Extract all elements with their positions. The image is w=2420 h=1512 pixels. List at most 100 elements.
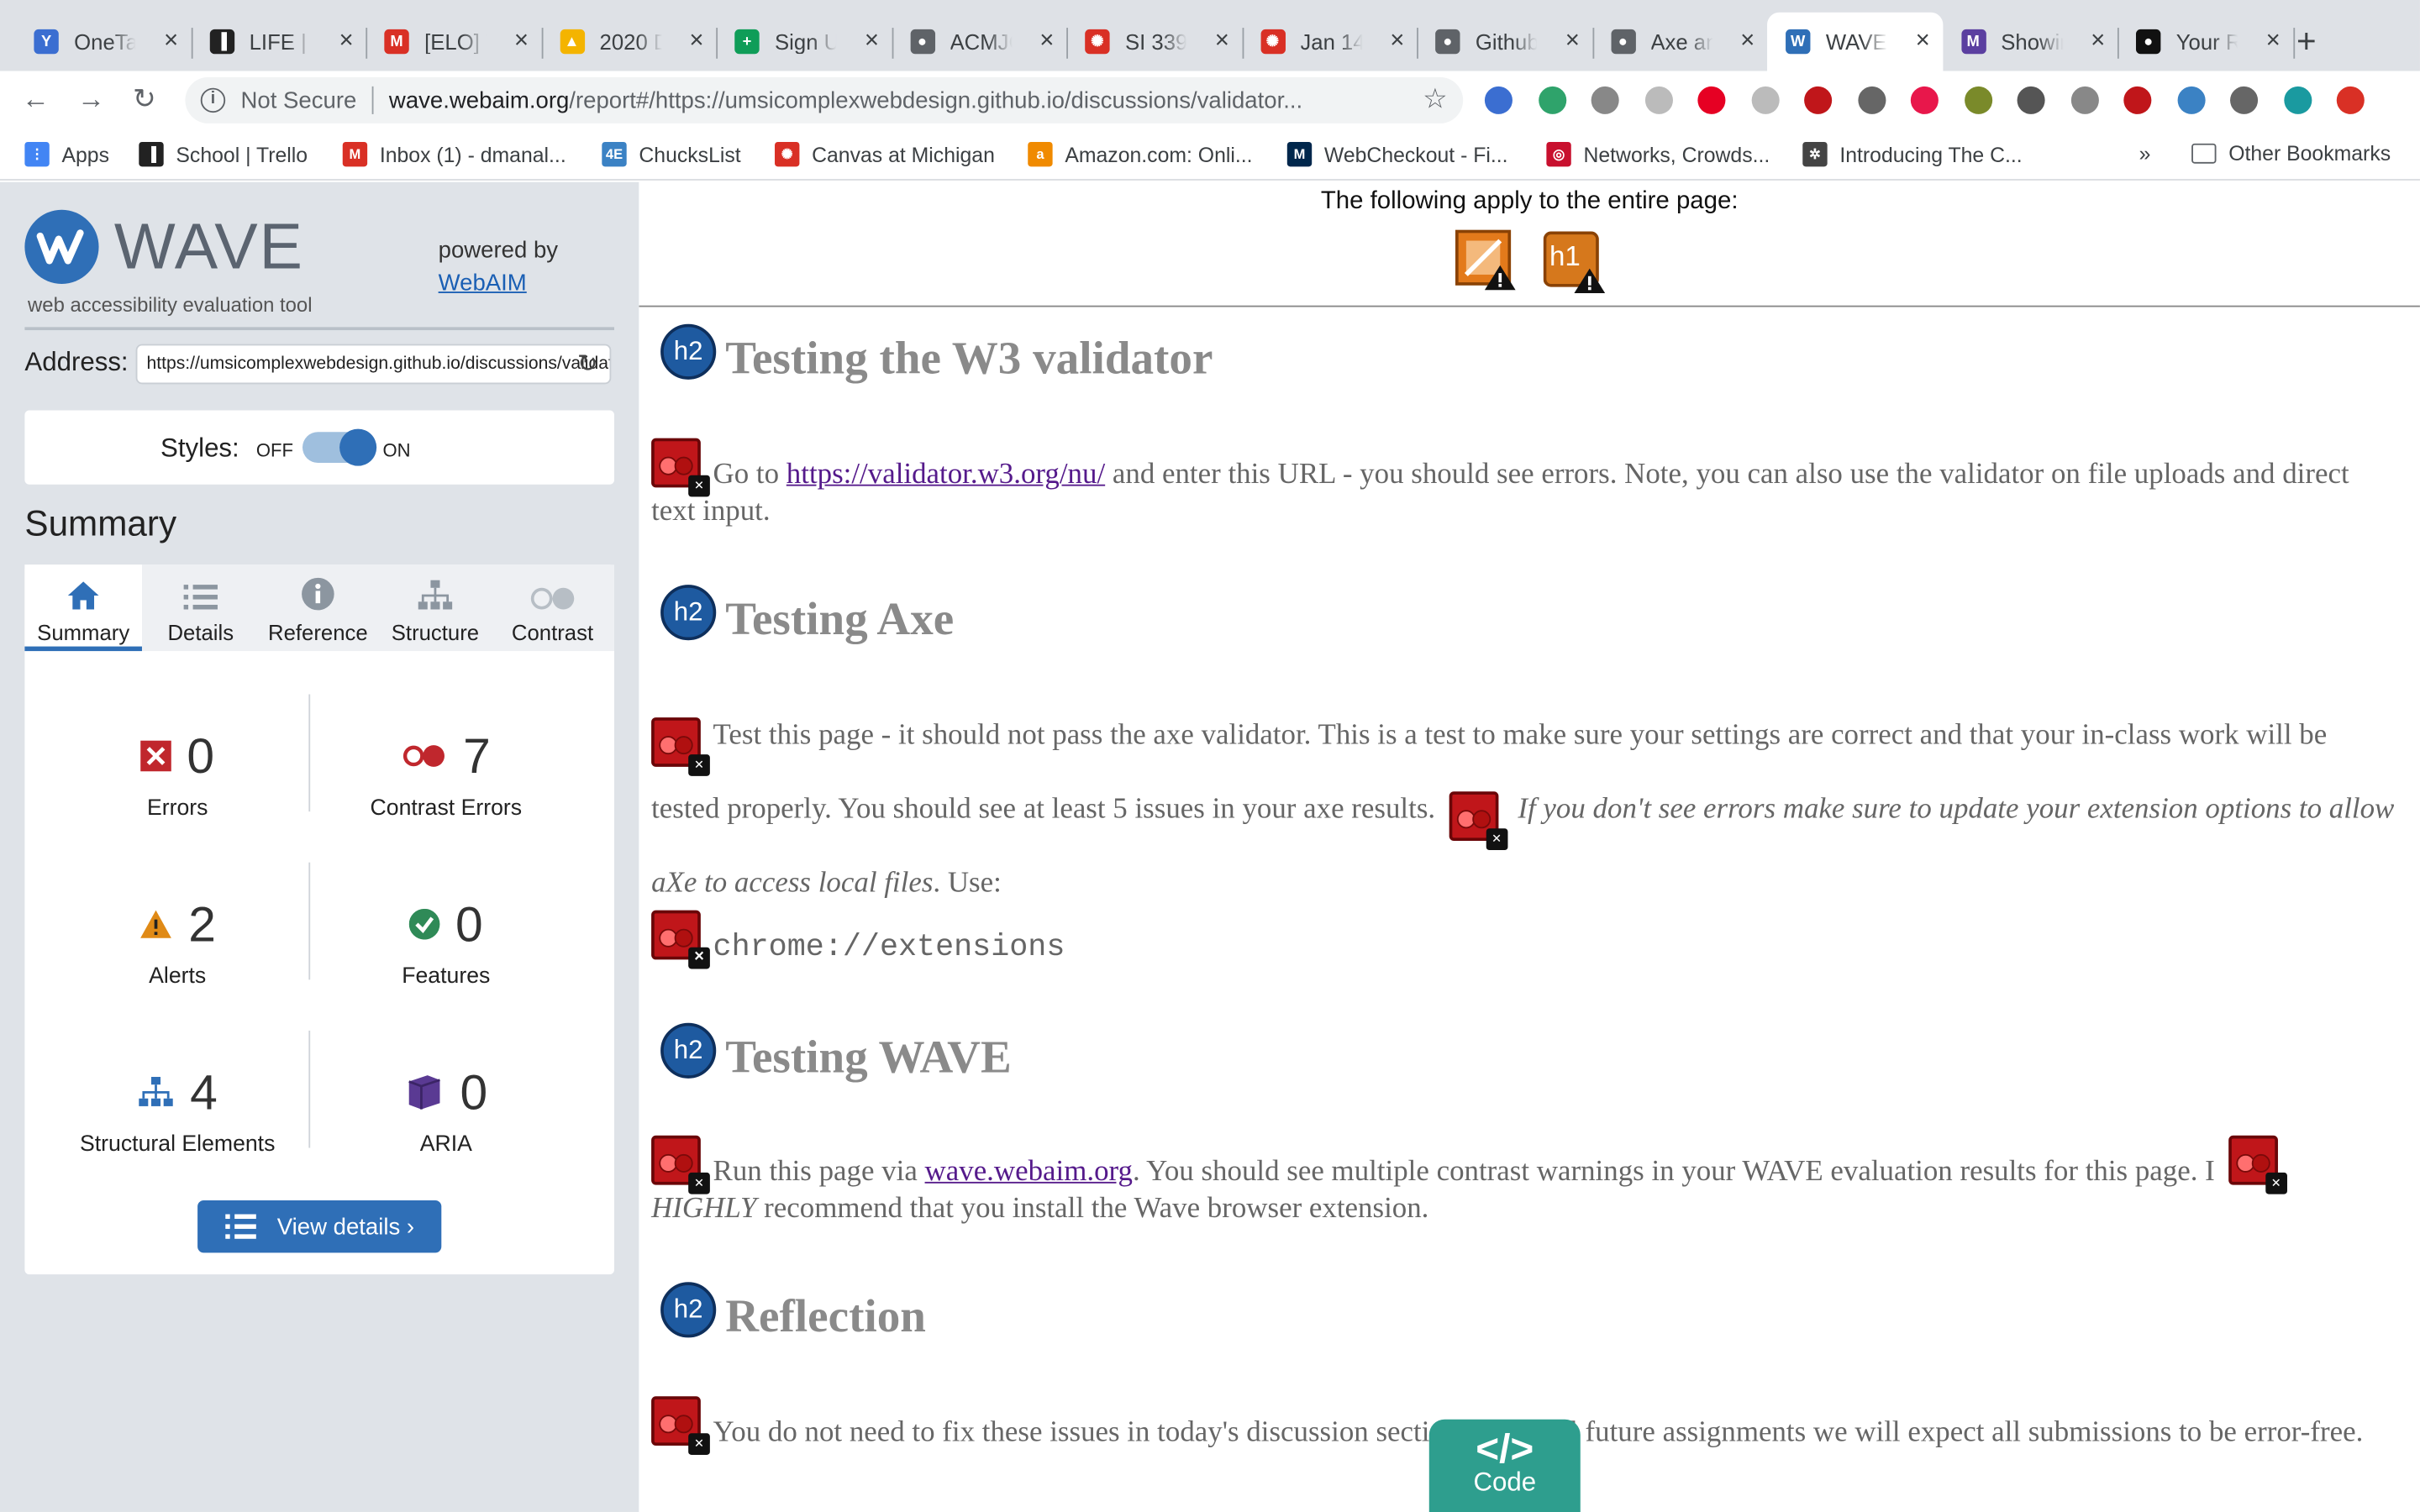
contrast-error-icon[interactable]: ×	[651, 438, 710, 497]
bookmark-star-icon[interactable]: ☆	[1423, 83, 1448, 116]
browser-tab[interactable]: ✺ SI 339 ×	[1066, 13, 1244, 71]
info-icon[interactable]: i	[200, 87, 226, 113]
extension-icon[interactable]	[2017, 86, 2045, 114]
code-text: chrome://extensions	[713, 930, 1065, 966]
extension-icon[interactable]	[2070, 86, 2098, 114]
bookmarks-more[interactable]: »	[2139, 142, 2151, 165]
bookmark-item[interactable]: ◎ Networks, Crowds...	[1546, 141, 1770, 167]
bookmark-item[interactable]: M WebCheckout - Fi...	[1286, 141, 1508, 167]
wave-link[interactable]: wave.webaim.org	[925, 1156, 1133, 1189]
code-toggle-button[interactable]: </> Code	[1428, 1419, 1581, 1512]
browser-tab[interactable]: M Showing ×	[1942, 13, 2119, 71]
tab-close-icon[interactable]: ×	[1215, 28, 1229, 55]
contrast-error-icon[interactable]: ×	[651, 910, 710, 969]
extension-icon[interactable]	[2123, 86, 2152, 114]
other-bookmarks[interactable]: Other Bookmarks	[2191, 142, 2391, 165]
extension-icon[interactable]	[1964, 86, 1992, 114]
extension-icon[interactable]	[2176, 86, 2205, 114]
stat-aria[interactable]: 0 ARIA	[299, 1062, 592, 1158]
extension-icon[interactable]	[2230, 86, 2259, 114]
extension-icon[interactable]	[1538, 86, 1566, 114]
browser-tab[interactable]: M [ELO] Trello ×	[366, 13, 543, 71]
text: . You should see multiple contrast warni…	[1132, 1155, 2223, 1189]
alerts-count: 2	[188, 895, 216, 952]
tab-close-icon[interactable]: ×	[339, 28, 353, 55]
tab-close-icon[interactable]: ×	[1740, 28, 1754, 55]
contrast-error-icon[interactable]: ×	[651, 717, 710, 776]
back-icon[interactable]: ←	[22, 83, 50, 116]
address-input[interactable]: https://umsicomplexwebdesign.github.io/d…	[135, 344, 612, 385]
browser-tab[interactable]: W WAVE ×	[1767, 12, 1943, 71]
browser-tab[interactable]: Y OneTab ×	[15, 13, 192, 71]
browser-tab[interactable]: ● Your R ×	[2118, 13, 2295, 71]
tab-close-icon[interactable]: ×	[2091, 28, 2105, 55]
browser-tab[interactable]: ● Axe and ×	[1592, 13, 1767, 71]
missing-lang-alert-icon[interactable]	[1454, 228, 1518, 301]
tab-close-icon[interactable]: ×	[164, 28, 178, 55]
forward-icon[interactable]: →	[77, 83, 105, 116]
browser-tab[interactable]: ▐ LIFE | Trello ×	[191, 13, 368, 71]
bookmark-item[interactable]: ⋮ Apps	[24, 141, 109, 167]
contrast-error-icon[interactable]: ×	[651, 1396, 710, 1456]
styles-toggle-knob[interactable]	[339, 428, 377, 466]
bookmark-item[interactable]: ✺ Canvas at Michigan	[775, 141, 995, 167]
tab-strip: Y OneTab × ▐ LIFE | Trello × M [ELO] Trello × ▲ 20…	[0, 0, 2420, 71]
extension-icon[interactable]	[1484, 86, 1512, 114]
stat-features[interactable]: 0 Features	[299, 893, 592, 989]
browser-tab[interactable]: ● ACMJC ×	[892, 13, 1068, 71]
extension-icon[interactable]	[2283, 86, 2312, 114]
bookmark-item[interactable]: M Inbox (1) - dmanal...	[342, 141, 566, 167]
extension-icon[interactable]	[1750, 86, 1779, 114]
webaim-link[interactable]: WebAIM	[439, 270, 527, 296]
bookmark-item[interactable]: ▐ School | Trello	[139, 141, 308, 167]
stat-structural[interactable]: 4 Structural Elements	[31, 1062, 324, 1157]
tab-close-icon[interactable]: ×	[1565, 28, 1580, 55]
validator-link[interactable]: https://validator.w3.org/nu/	[786, 458, 1105, 491]
refresh-icon[interactable]: ↻	[577, 349, 598, 380]
tab-close-icon[interactable]: ×	[2266, 28, 2281, 55]
tab-summary[interactable]: Summary	[24, 564, 142, 652]
browser-tab[interactable]: ● Github ×	[1417, 13, 1594, 71]
tab-close-icon[interactable]: ×	[514, 28, 529, 55]
tab-details[interactable]: Details	[142, 564, 260, 651]
bookmark-item[interactable]: 4E ChucksList	[602, 141, 741, 167]
h2-icon[interactable]: h2	[660, 585, 717, 641]
tab-reference[interactable]: Reference	[260, 564, 377, 651]
tab-contrast[interactable]: Contrast	[494, 564, 612, 651]
bookmark-item[interactable]: a Amazon.com: Onli...	[1028, 141, 1253, 167]
extension-icon[interactable]	[2336, 86, 2365, 114]
bookmark-favicon-icon: M	[342, 141, 368, 167]
h2-icon[interactable]: h2	[660, 1282, 717, 1338]
extension-icon[interactable]	[1591, 86, 1619, 114]
tab-close-icon[interactable]: ×	[1039, 28, 1054, 55]
extension-icon[interactable]	[1697, 86, 1726, 114]
browser-tab[interactable]: + Sign Up ×	[716, 13, 893, 71]
address-bar[interactable]: i Not Secure wave.webaim.org /report#/ht…	[185, 76, 1464, 123]
extension-icon[interactable]	[1804, 86, 1833, 114]
reload-icon[interactable]: ↻	[133, 83, 156, 116]
browser-tab[interactable]: ▲ 2020 Drive ×	[541, 13, 718, 71]
tab-structure[interactable]: Structure	[376, 564, 494, 651]
h2-icon[interactable]: h2	[660, 1022, 717, 1079]
contrast-error-icon[interactable]: ×	[2228, 1135, 2287, 1194]
bookmark-favicon-icon: a	[1028, 141, 1053, 167]
new-tab-icon[interactable]: +	[2296, 22, 2317, 62]
contrast-error-icon[interactable]: ×	[1449, 791, 1507, 851]
stat-contrast-errors[interactable]: 7 Contrast Errors	[299, 725, 592, 821]
bookmark-item[interactable]: ✲ Introducing The C...	[1802, 141, 2023, 167]
extension-icon[interactable]	[1857, 86, 1886, 114]
contrast-error-icon[interactable]: ×	[651, 1135, 710, 1194]
stat-errors[interactable]: 0 Errors	[31, 725, 324, 821]
h1-alert-icon[interactable]: h1	[1543, 231, 1608, 304]
tab-favicon-icon: ✺	[1260, 29, 1286, 55]
tab-close-icon[interactable]: ×	[865, 28, 879, 55]
tab-close-icon[interactable]: ×	[1390, 28, 1404, 55]
stat-alerts[interactable]: 2 Alerts	[31, 893, 324, 989]
extension-icon[interactable]	[1910, 86, 1939, 114]
view-details-button[interactable]: View details ›	[197, 1200, 442, 1253]
browser-tab[interactable]: ✺ Jan 14 ×	[1242, 13, 1418, 71]
tab-close-icon[interactable]: ×	[689, 28, 703, 55]
extension-icon[interactable]	[1644, 86, 1673, 114]
h2-icon[interactable]: h2	[660, 323, 717, 380]
tab-close-icon[interactable]: ×	[1916, 28, 1930, 55]
